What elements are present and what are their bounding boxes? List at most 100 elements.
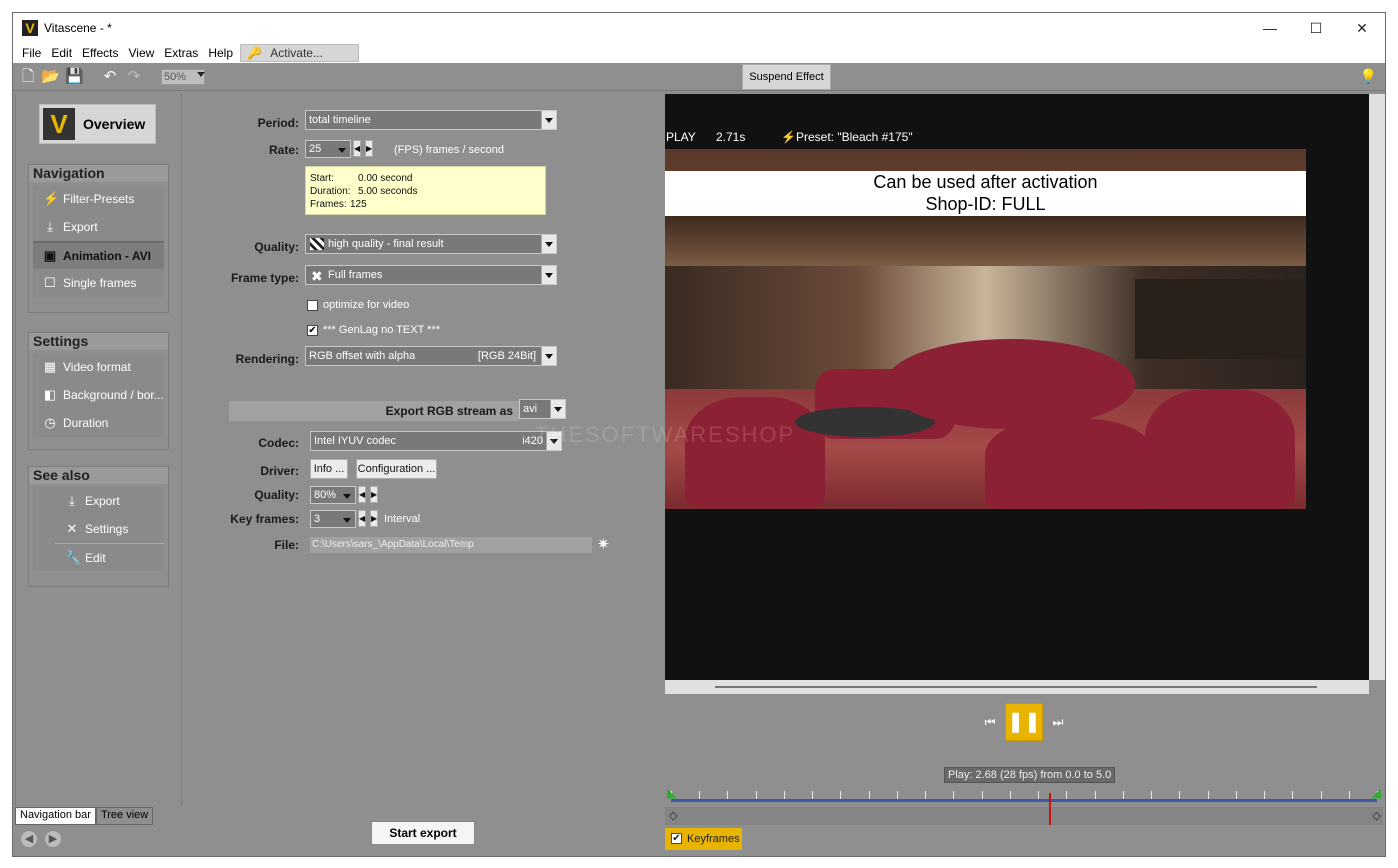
chevron-down-icon[interactable]: [335, 141, 350, 157]
see-also-edit[interactable]: 🔧 Edit: [55, 543, 164, 571]
settings-section: Settings ▦ Video format ◧ Background / bor…: [28, 332, 169, 450]
genlag-checkbox[interactable]: ✔: [307, 325, 318, 336]
key-frames-decrement-button[interactable]: ◀: [358, 510, 366, 527]
key-frames-unit: Interval: [384, 513, 421, 525]
chevron-down-icon[interactable]: [541, 235, 556, 253]
start-export-button[interactable]: Start export: [371, 821, 475, 845]
film-icon: ▣: [43, 248, 57, 263]
scroll-thumb[interactable]: [715, 686, 1317, 688]
zoom-dropdown-icon[interactable]: [197, 72, 205, 77]
frame-type-select[interactable]: ✖ Full frames: [305, 265, 557, 285]
overview-button[interactable]: V Overview: [39, 104, 156, 144]
quality2-select[interactable]: 80%: [310, 486, 356, 504]
lightning-icon: ⚡: [43, 191, 60, 206]
timeline-tick: [1292, 791, 1293, 799]
key-frames-value: 3: [314, 513, 321, 525]
armchair-center: [985, 419, 1155, 509]
activate-button[interactable]: 🔑 Activate...: [240, 44, 359, 62]
see-also-settings[interactable]: ✕ Settings: [55, 515, 164, 543]
cross-icon: ✖: [311, 268, 323, 284]
rate-decrement-button[interactable]: ◀: [353, 140, 361, 157]
nav-item-label: Background / bor...: [63, 388, 164, 402]
keyframes-checkbox[interactable]: ✔: [671, 833, 682, 844]
save-icon[interactable]: 💾: [65, 68, 84, 86]
playhead[interactable]: [1049, 793, 1051, 825]
period-select[interactable]: total timeline: [305, 110, 557, 130]
period-label: Period:: [257, 116, 299, 130]
rendering-select[interactable]: RGB offset with alpha [RGB 24Bit]: [305, 346, 557, 366]
nav-item-video-format[interactable]: ▦ Video format: [33, 353, 164, 381]
key-frames-select[interactable]: 3: [310, 510, 356, 528]
maximize-button[interactable]: ☐: [1293, 13, 1339, 43]
minimize-button[interactable]: —: [1247, 13, 1293, 43]
keyframes-toggle[interactable]: ✔ Keyframes: [665, 828, 742, 850]
chevron-down-icon[interactable]: [340, 511, 355, 527]
checker-icon: [310, 238, 324, 250]
timeline-track[interactable]: [671, 799, 1377, 802]
start-key: Start:: [310, 173, 334, 184]
quality-select[interactable]: high quality - final result: [305, 234, 557, 254]
chevron-down-icon[interactable]: [541, 111, 556, 129]
clock-icon: ◷: [44, 415, 56, 430]
start-diamond-icon[interactable]: ◇: [669, 809, 677, 822]
menu-view[interactable]: View: [124, 46, 160, 60]
file-path-field[interactable]: C:\Users\sars_\AppData\Local\Temp: [310, 537, 592, 553]
nav-item-label: Export: [63, 220, 98, 234]
file-label: File:: [274, 538, 299, 552]
open-folder-icon[interactable]: 📂: [41, 68, 60, 86]
nav-item-animation-avi[interactable]: ▣ Animation - AVI: [33, 241, 164, 269]
end-marker-icon[interactable]: ◢: [1371, 785, 1381, 801]
nav-item-duration[interactable]: ◷ Duration: [33, 409, 164, 437]
rate-increment-button[interactable]: ▶: [365, 140, 373, 157]
nav-item-single-frames[interactable]: ☐ Single frames: [33, 269, 164, 297]
start-marker-icon[interactable]: ◣: [667, 785, 677, 801]
nav-item-background[interactable]: ◧ Background / bor...: [33, 381, 164, 409]
quality2-decrement-button[interactable]: ◀: [358, 486, 366, 503]
nav-item-export[interactable]: ⤓ Export: [33, 213, 164, 241]
timeline-tick: [840, 791, 841, 799]
redo-icon[interactable]: ↷: [125, 68, 143, 86]
tab-tree-view[interactable]: Tree view: [95, 807, 154, 825]
menu-file[interactable]: File: [17, 46, 46, 60]
skip-back-icon[interactable]: ⏮: [983, 715, 997, 729]
key-frames-increment-button[interactable]: ▶: [370, 510, 378, 527]
nav-item-filter-presets[interactable]: ⚡ Filter-Presets: [33, 185, 164, 213]
optimize-checkbox[interactable]: [307, 300, 318, 311]
menu-extras[interactable]: Extras: [159, 46, 203, 60]
lightbulb-icon[interactable]: 💡: [1360, 68, 1377, 85]
export-format-select[interactable]: avi: [519, 399, 566, 419]
codec-select[interactable]: Intel IYUV codec i420: [310, 431, 562, 451]
menu-edit[interactable]: Edit: [46, 46, 77, 60]
export-settings-form: Period: total timeline Rate: 25 ◀ ▶ (FPS…: [183, 94, 666, 856]
forward-icon[interactable]: ▶: [45, 831, 61, 847]
close-button[interactable]: ✕: [1339, 13, 1385, 43]
codec-label: Codec:: [258, 436, 299, 450]
ceiling-area: [665, 216, 1306, 266]
timeline-tick: [1321, 791, 1322, 799]
chevron-down-icon[interactable]: [550, 400, 565, 418]
pause-button[interactable]: ❚❚: [1005, 703, 1043, 741]
skip-forward-icon[interactable]: ⏭: [1051, 715, 1065, 729]
see-also-export[interactable]: ⤓ Export: [55, 487, 164, 515]
chevron-down-icon[interactable]: [541, 266, 556, 284]
keyframe-row[interactable]: [665, 807, 1383, 825]
browse-sparkle-icon[interactable]: ✷: [597, 535, 610, 553]
menu-help[interactable]: Help: [203, 46, 238, 60]
chevron-down-icon[interactable]: [340, 487, 355, 503]
chevron-down-icon[interactable]: [541, 347, 556, 365]
new-file-icon[interactable]: 🗋: [19, 68, 37, 86]
undo-icon[interactable]: ↶: [101, 68, 119, 86]
driver-info-button[interactable]: Info ...: [310, 459, 348, 479]
menu-effects[interactable]: Effects: [77, 46, 123, 60]
rate-select[interactable]: 25: [305, 140, 351, 158]
preview-horizontal-scrollbar[interactable]: [665, 680, 1369, 694]
back-icon[interactable]: ◀: [21, 831, 37, 847]
driver-configuration-button[interactable]: Configuration ...: [356, 459, 437, 479]
end-diamond-icon[interactable]: ◇: [1373, 809, 1381, 822]
preview-vertical-scrollbar[interactable]: [1369, 94, 1385, 680]
tab-navigation-bar[interactable]: Navigation bar: [15, 807, 96, 825]
suspend-effect-button[interactable]: Suspend Effect: [742, 64, 831, 90]
timeline[interactable]: ◇ ◇ ◣ ◢: [665, 783, 1383, 841]
quality2-increment-button[interactable]: ▶: [370, 486, 378, 503]
video-format-icon: ▦: [43, 359, 57, 374]
